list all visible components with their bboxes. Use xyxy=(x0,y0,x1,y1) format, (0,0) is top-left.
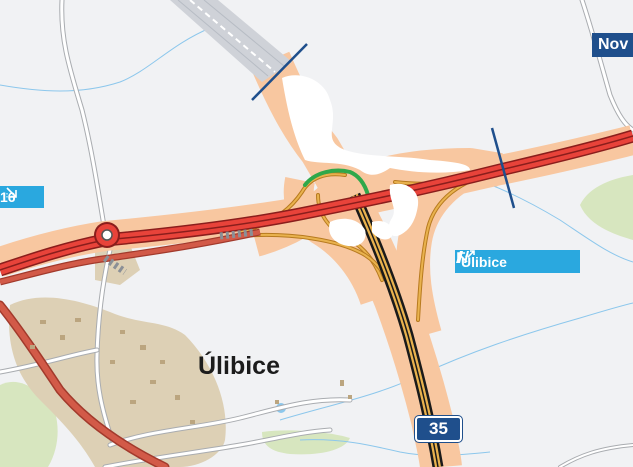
motorway-exit-icon xyxy=(456,250,475,263)
road-shield-35[interactable]: 35 xyxy=(414,415,463,443)
road-shield-number: 35 xyxy=(429,419,448,438)
map-canvas xyxy=(0,0,633,467)
roundabout-icon xyxy=(94,222,120,248)
exit-label-ulibice[interactable]: Úlibice xyxy=(455,250,580,273)
map-view[interactable]: 16 Nov Úlibice Úlibice 35 xyxy=(0,0,633,467)
place-label-top-right[interactable]: Nov xyxy=(592,33,633,57)
town-label[interactable]: Úlibice xyxy=(198,352,280,381)
place-label-top-right-text: Nov xyxy=(598,36,629,53)
exit-label-left[interactable]: 16 xyxy=(0,186,44,208)
arrow-down-right-icon xyxy=(6,187,17,198)
